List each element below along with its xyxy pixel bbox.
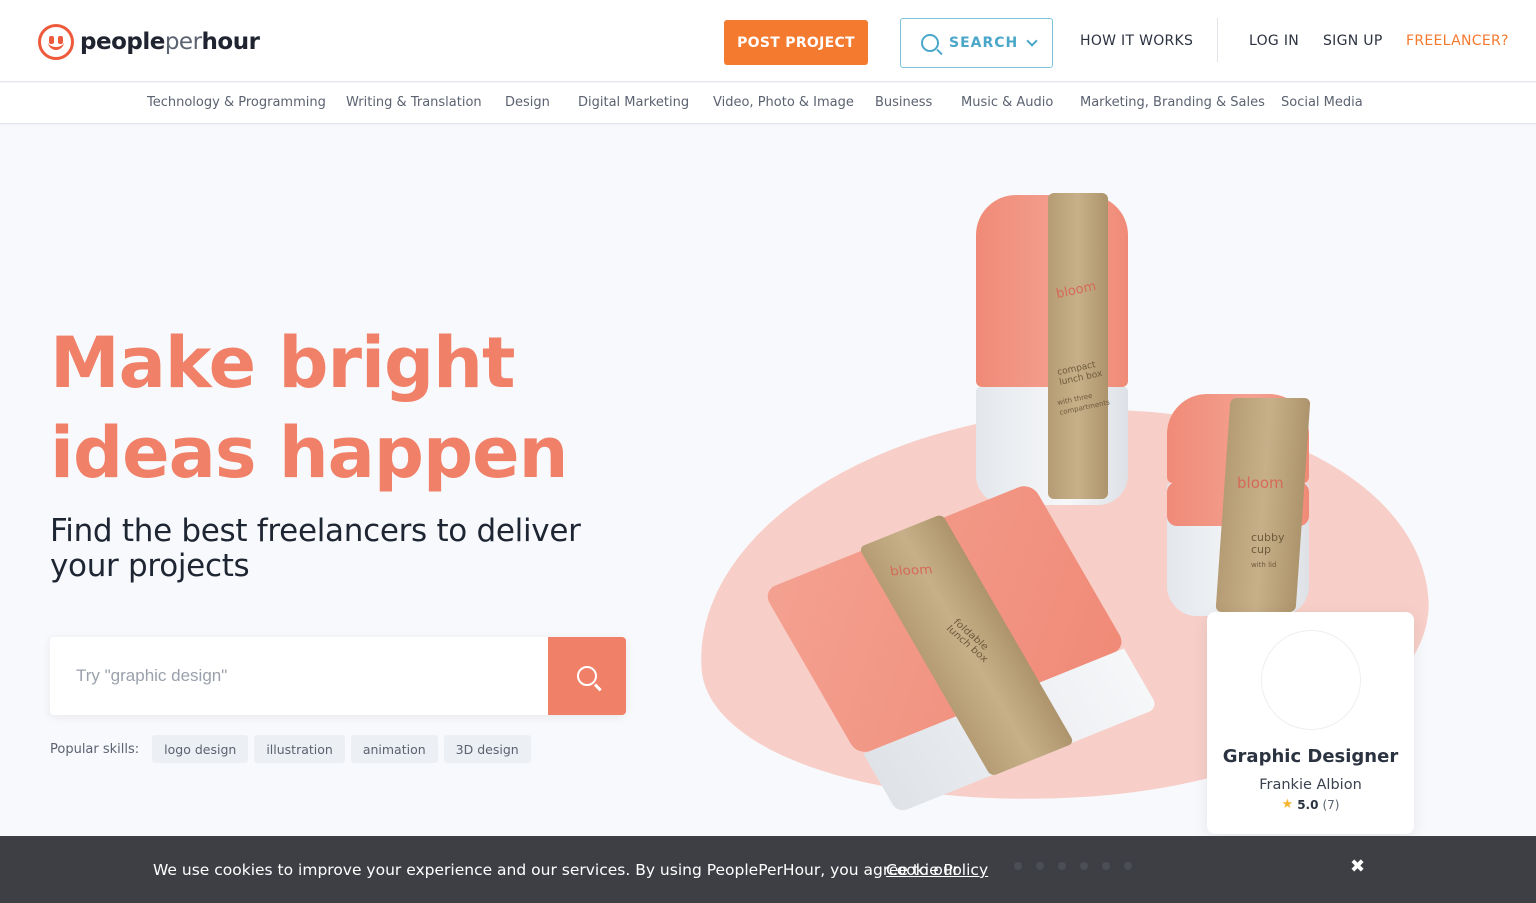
cookie-banner: We use cookies to improve your experienc… [0,836,1536,903]
site-header: peopleperhour POST PROJECT SEARCH HOW IT… [0,0,1536,82]
search-button[interactable]: SEARCH [900,18,1053,68]
chevron-down-icon [1026,34,1038,47]
category-design[interactable]: Design [505,95,550,110]
hero-headline-line2: ideas happen [50,412,568,494]
hero-subheading: Find the best freelancers to deliver you… [50,513,581,584]
skill-chip-animation[interactable]: animation [350,735,438,763]
carousel-dot[interactable] [1058,862,1066,870]
popular-skills-label: Popular skills: [50,741,140,757]
hero-search-button[interactable] [548,637,626,715]
carousel-dots [1014,862,1132,870]
category-music-audio[interactable]: Music & Audio [961,95,1053,110]
category-bar: Technology & Programming Writing & Trans… [0,83,1536,124]
freelancer-rating: ★ 5.0 (7) [1207,797,1414,812]
carousel-dot[interactable] [1124,862,1132,870]
logo-face-icon [38,24,74,60]
featured-freelancer-card[interactable]: Graphic Designer Frankie Albion ★ 5.0 (7… [1207,612,1414,834]
hero-search [50,637,626,715]
how-it-works-link[interactable]: HOW IT WORKS [1080,33,1193,49]
search-icon [577,666,597,686]
category-business[interactable]: Business [875,95,932,110]
hero-headline: Make bright ideas happen [50,318,690,498]
cup-sublabel: with lid [1251,561,1277,569]
search-icon [921,34,939,52]
product-cubby-cup: bloom cubby cup with lid [1167,394,1311,616]
login-link[interactable]: LOG IN [1249,33,1299,49]
avatar [1260,630,1361,730]
post-project-button[interactable]: POST PROJECT [724,20,868,65]
carousel-dot[interactable] [1036,862,1044,870]
freelancer-title: Graphic Designer [1222,746,1399,767]
skill-chip-logo-design[interactable]: logo design [152,735,249,763]
carousel-dot[interactable] [1102,862,1110,870]
star-icon: ★ [1281,797,1294,812]
category-writing[interactable]: Writing & Translation [346,95,482,110]
category-social-media[interactable]: Social Media [1281,95,1363,110]
rating-value: 5.0 [1297,797,1319,812]
cup-brand: bloom [1237,474,1284,492]
category-digital-marketing[interactable]: Digital Marketing [578,95,689,110]
logo[interactable]: peopleperhour [38,24,260,60]
hero-headline-line1: Make bright [50,322,515,404]
category-video-photo[interactable]: Video, Photo & Image [713,95,854,110]
category-technology[interactable]: Technology & Programming [147,95,326,110]
skill-chip-illustration[interactable]: illustration [254,735,345,763]
rating-count: (7) [1322,797,1340,812]
skill-chip-3d-design[interactable]: 3D design [443,735,531,763]
freelancer-name: Frankie Albion [1259,777,1362,793]
popular-skills: Popular skills: logo design illustration… [50,735,531,763]
box-brand: bloom [889,562,934,580]
product-tall-lunch-box: bloom compact lunch box with three compa… [976,193,1128,505]
category-marketing-branding[interactable]: Marketing, Branding & Sales [1080,95,1265,110]
carousel-dot[interactable] [1014,862,1022,870]
signup-link[interactable]: SIGN UP [1323,33,1383,49]
logo-text: peopleperhour [80,29,260,55]
cookie-text: We use cookies to improve your experienc… [153,861,960,879]
freelancer-link[interactable]: FREELANCER? [1406,33,1509,49]
search-button-label: SEARCH [949,35,1019,51]
close-icon[interactable]: ✖ [1350,856,1365,877]
nav-divider [1217,18,1218,62]
cookie-policy-link[interactable]: Cookie Policy [886,861,988,879]
carousel-dot[interactable] [1080,862,1088,870]
hero-search-input[interactable] [50,637,548,715]
cup-label: cubby cup [1251,531,1285,556]
